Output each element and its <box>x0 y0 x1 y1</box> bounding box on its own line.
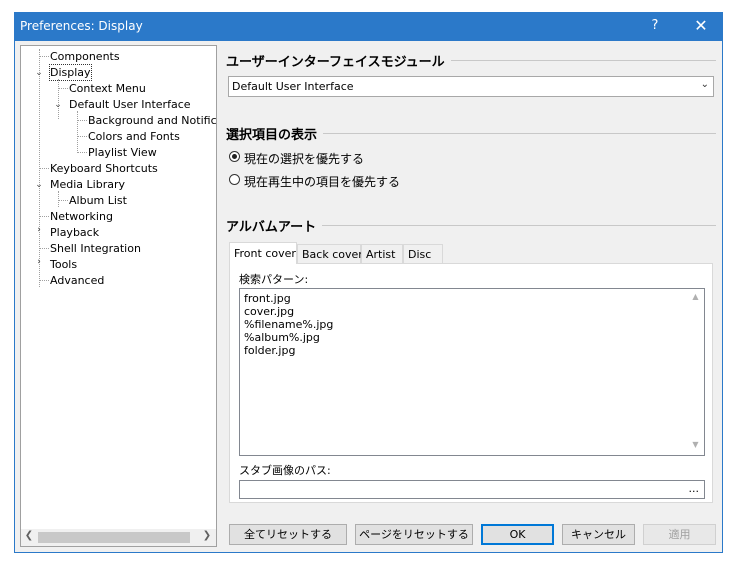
close-button[interactable]: ✕ <box>687 16 715 35</box>
radio-label: 現在の選択を優先する <box>244 152 365 166</box>
tab-artist[interactable]: Artist <box>361 244 403 263</box>
selection-header: 選択項目の表示 <box>226 124 324 143</box>
chevron-right-icon[interactable]: › <box>34 257 44 267</box>
album-art-section: アルバムアート <box>226 216 716 236</box>
tree-connector <box>39 248 49 249</box>
tree-connector <box>58 191 59 207</box>
tree-item-display[interactable]: Display <box>49 64 92 81</box>
tree-item-context-menu[interactable]: Context Menu <box>69 81 146 96</box>
stub-image-path-label: スタブ画像のパス: <box>239 464 331 477</box>
tree-connector <box>58 88 68 89</box>
help-button[interactable]: ? <box>643 18 667 33</box>
ui-module-select[interactable]: Default User Interface ⌄ <box>228 76 714 97</box>
scroll-right-icon[interactable]: ❯ <box>200 530 214 541</box>
radio-dot <box>232 154 237 159</box>
chevron-right-icon[interactable]: › <box>34 225 44 235</box>
pattern-line: %filename%.jpg <box>244 318 334 331</box>
scroll-left-icon[interactable]: ❮ <box>22 530 36 541</box>
browse-button[interactable]: ... <box>689 482 700 495</box>
tree-item-shell-integration[interactable]: Shell Integration <box>50 241 141 256</box>
stub-image-path-field[interactable]: ... <box>239 480 705 499</box>
tree-connector <box>77 136 87 137</box>
tab-front-cover[interactable]: Front cover <box>229 242 297 264</box>
tree-connector <box>58 200 68 201</box>
tree-item-keyboard-shortcuts[interactable]: Keyboard Shortcuts <box>50 161 158 176</box>
ui-module-selected-value: Default User Interface <box>232 80 354 93</box>
tree-item-colors-fonts[interactable]: Colors and Fonts <box>88 129 180 144</box>
tab-disc[interactable]: Disc <box>403 244 443 263</box>
search-pattern-textarea[interactable]: front.jpg cover.jpg %filename%.jpg %albu… <box>239 288 705 456</box>
apply-button[interactable]: 適用 <box>643 524 716 545</box>
tree-connector <box>39 280 49 281</box>
scrollbar-thumb[interactable] <box>38 532 190 543</box>
tree-item-playlist-view[interactable]: Playlist View <box>88 145 157 160</box>
tab-back-cover[interactable]: Back cover <box>297 244 363 263</box>
chevron-down-icon[interactable]: ⌄ <box>34 68 44 78</box>
title-bar: Preferences: Display ? ✕ <box>15 13 722 41</box>
chevron-down-icon[interactable]: ⌄ <box>53 100 63 110</box>
selection-section: 選択項目の表示 <box>226 124 716 144</box>
radio-label: 現在再生中の項目を優先する <box>244 175 401 189</box>
tree-item-advanced[interactable]: Advanced <box>50 273 104 288</box>
tree-connector <box>39 56 49 57</box>
pattern-line: cover.jpg <box>244 305 295 318</box>
ui-module-section: ユーザーインターフェイスモジュール <box>226 51 716 71</box>
tree-item-networking[interactable]: Networking <box>50 209 113 224</box>
cancel-button[interactable]: キャンセル <box>562 524 635 545</box>
tree-item-default-user-interface[interactable]: Default User Interface <box>69 97 191 112</box>
preferences-window: Preferences: Display ? ✕ Components ⌄ Di… <box>14 12 723 553</box>
tree-connector <box>77 120 87 121</box>
tree-item-playback[interactable]: Playback <box>50 225 99 240</box>
ui-module-header: ユーザーインターフェイスモジュール <box>226 51 451 70</box>
pattern-vertical-scrollbar[interactable]: ▲ ▼ <box>688 290 703 454</box>
scroll-down-icon[interactable]: ▼ <box>688 440 703 449</box>
tree-item-components[interactable]: Components <box>50 49 120 64</box>
tree-item-background-notifications[interactable]: Background and Notifications <box>88 113 216 128</box>
tree-connector <box>58 79 59 119</box>
chevron-down-icon: ⌄ <box>700 79 709 90</box>
album-art-panel: 検索パターン: front.jpg cover.jpg %filename%.j… <box>229 263 713 503</box>
radio-button[interactable] <box>229 151 240 162</box>
tree-connector <box>39 168 49 169</box>
tree-item-album-list[interactable]: Album List <box>69 193 127 208</box>
tree-horizontal-scrollbar[interactable]: ❮ ❯ <box>21 529 216 546</box>
pattern-line: folder.jpg <box>244 344 296 357</box>
reset-all-button[interactable]: 全てリセットする <box>229 524 347 545</box>
tree-connector <box>77 111 78 151</box>
search-pattern-label: 検索パターン: <box>239 273 309 286</box>
tree-item-tools[interactable]: Tools <box>50 257 77 272</box>
album-art-header: アルバムアート <box>226 216 323 235</box>
scroll-up-icon[interactable]: ▲ <box>688 292 703 301</box>
tree-connector <box>39 216 49 217</box>
pattern-line: front.jpg <box>244 292 291 305</box>
ok-button[interactable]: OK <box>481 524 554 545</box>
chevron-down-icon[interactable]: ⌄ <box>34 180 44 190</box>
window-title: Preferences: Display <box>20 19 143 33</box>
tree-item-media-library[interactable]: Media Library <box>50 177 125 192</box>
preferences-tree[interactable]: Components ⌄ Display Context Menu ⌄ Defa… <box>20 45 217 547</box>
tree-connector <box>77 152 87 153</box>
pattern-line: %album%.jpg <box>244 331 320 344</box>
radio-button[interactable] <box>229 174 240 185</box>
reset-page-button[interactable]: ページをリセットする <box>355 524 473 545</box>
